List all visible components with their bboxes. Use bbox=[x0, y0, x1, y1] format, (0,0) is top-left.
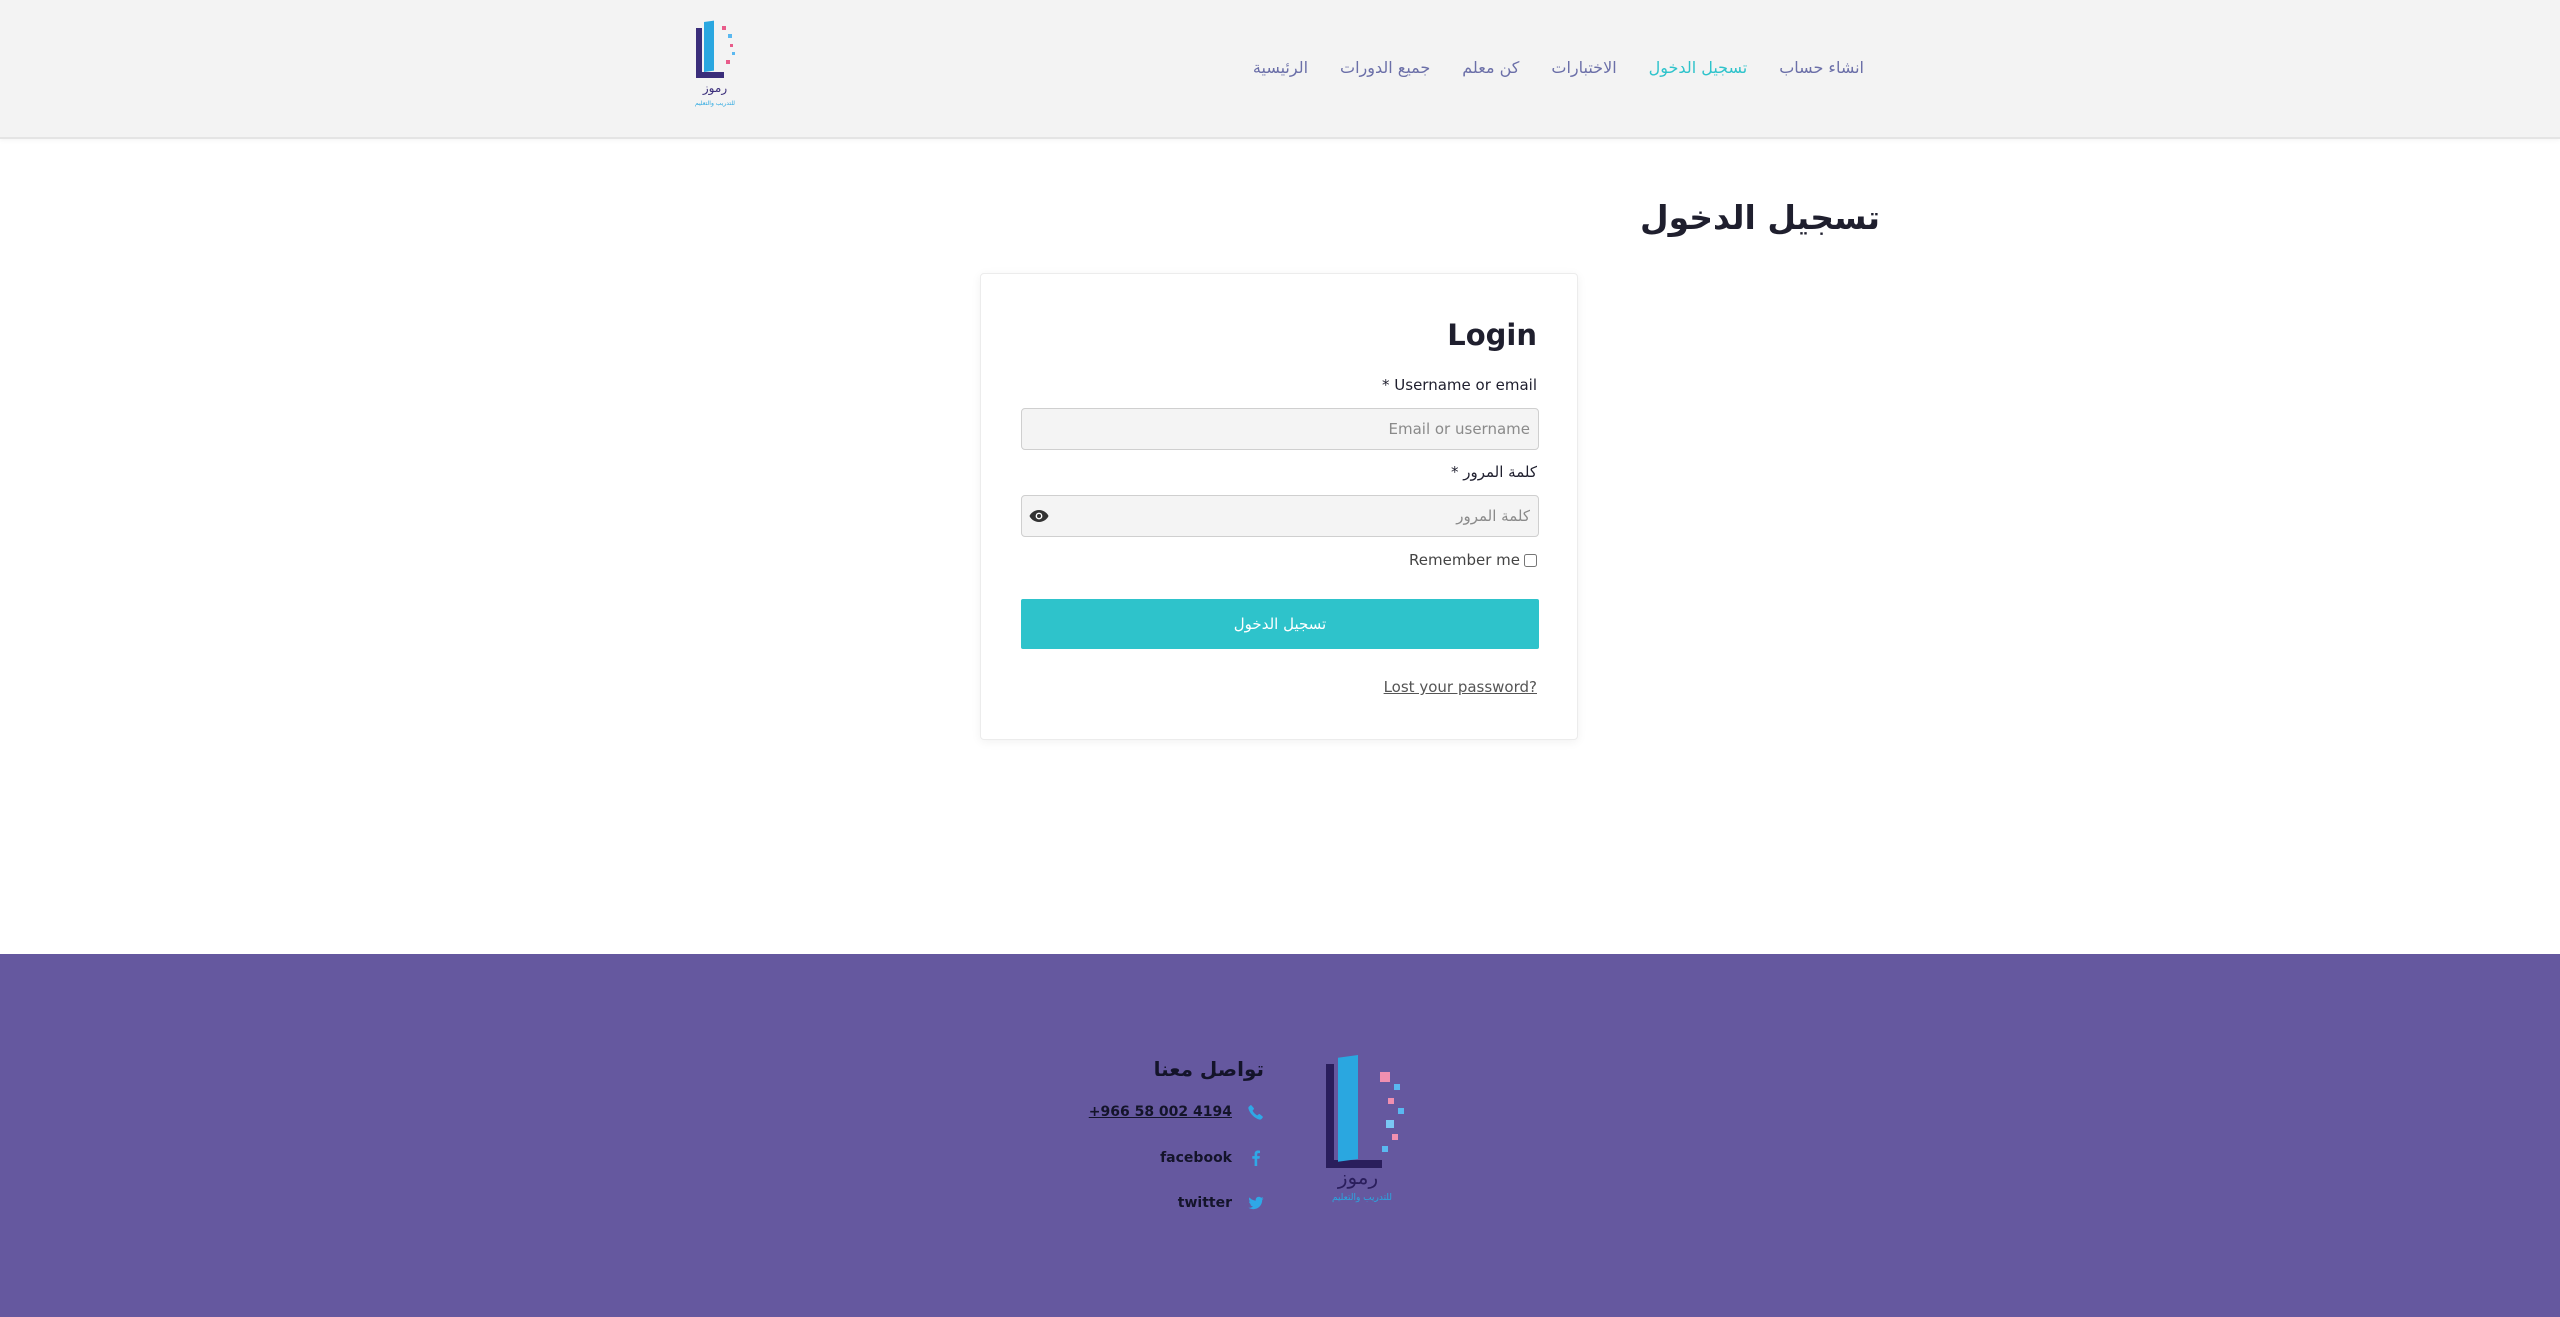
remember-label: Remember me bbox=[1409, 551, 1520, 569]
username-input[interactable] bbox=[1021, 408, 1539, 450]
login-submit-button[interactable]: تسجيل الدخول bbox=[1021, 599, 1539, 649]
password-required-mark: * bbox=[1450, 463, 1459, 481]
twitter-icon bbox=[1248, 1196, 1264, 1210]
remember-me: Remember me bbox=[1409, 551, 1537, 569]
nav-register[interactable]: انشاء حساب bbox=[1779, 58, 1864, 77]
nav-login[interactable]: تسجيل الدخول bbox=[1649, 58, 1748, 77]
nav-exams[interactable]: الاختبارات bbox=[1551, 58, 1616, 77]
page-title: تسجيل الدخول bbox=[1639, 198, 1880, 237]
footer-logo-text: رموز bbox=[1337, 1165, 1378, 1189]
password-label-text: كلمة المرور bbox=[1463, 463, 1537, 481]
site-footer: رموز للتدريب والتعليم تواصل معنا +966 58… bbox=[0, 954, 2560, 1317]
contact-facebook[interactable]: facebook bbox=[1160, 1150, 1264, 1166]
site-header: رموز للتدريب والتعليم الرئيسية جميع الدو… bbox=[0, 0, 2560, 139]
username-required-mark: * bbox=[1382, 376, 1390, 394]
phone-icon bbox=[1248, 1105, 1263, 1120]
nav-home[interactable]: الرئيسية bbox=[1253, 58, 1308, 77]
contact-twitter[interactable]: twitter bbox=[1178, 1195, 1264, 1211]
eye-icon[interactable] bbox=[1029, 509, 1049, 523]
password-input[interactable] bbox=[1021, 495, 1539, 537]
nav-become-teacher[interactable]: كن معلم bbox=[1462, 58, 1519, 77]
username-label: Username or email * bbox=[1382, 376, 1537, 394]
main-nav: الرئيسية جميع الدورات كن معلم الاختبارات… bbox=[1253, 52, 1864, 82]
footer-logo-subtext: للتدريب والتعليم bbox=[1332, 1193, 1392, 1203]
username-label-text: Username or email bbox=[1394, 376, 1537, 394]
site-logo[interactable]: رموز للتدريب والتعليم bbox=[690, 20, 740, 112]
facebook-icon bbox=[1252, 1150, 1260, 1166]
lost-password-link[interactable]: Lost your password? bbox=[1384, 678, 1537, 696]
logo-subtext: للتدريب والتعليم bbox=[695, 100, 735, 107]
contact-title: تواصل معنا bbox=[1153, 1057, 1264, 1081]
login-card: Login Username or email * كلمة المرور * … bbox=[980, 273, 1578, 740]
facebook-link[interactable]: facebook bbox=[1160, 1150, 1232, 1166]
twitter-link[interactable]: twitter bbox=[1178, 1195, 1232, 1211]
nav-all-courses[interactable]: جميع الدورات bbox=[1340, 58, 1430, 77]
password-label: كلمة المرور * bbox=[1451, 463, 1537, 481]
remember-checkbox[interactable] bbox=[1524, 553, 1537, 567]
login-title: Login bbox=[1447, 318, 1537, 352]
footer-logo[interactable]: رموز للتدريب والتعليم bbox=[1322, 1054, 1414, 1204]
phone-number[interactable]: +966 58 002 4194 bbox=[1089, 1104, 1232, 1120]
logo-text: رموز bbox=[702, 81, 727, 96]
contact-phone[interactable]: +966 58 002 4194 bbox=[1089, 1104, 1264, 1120]
